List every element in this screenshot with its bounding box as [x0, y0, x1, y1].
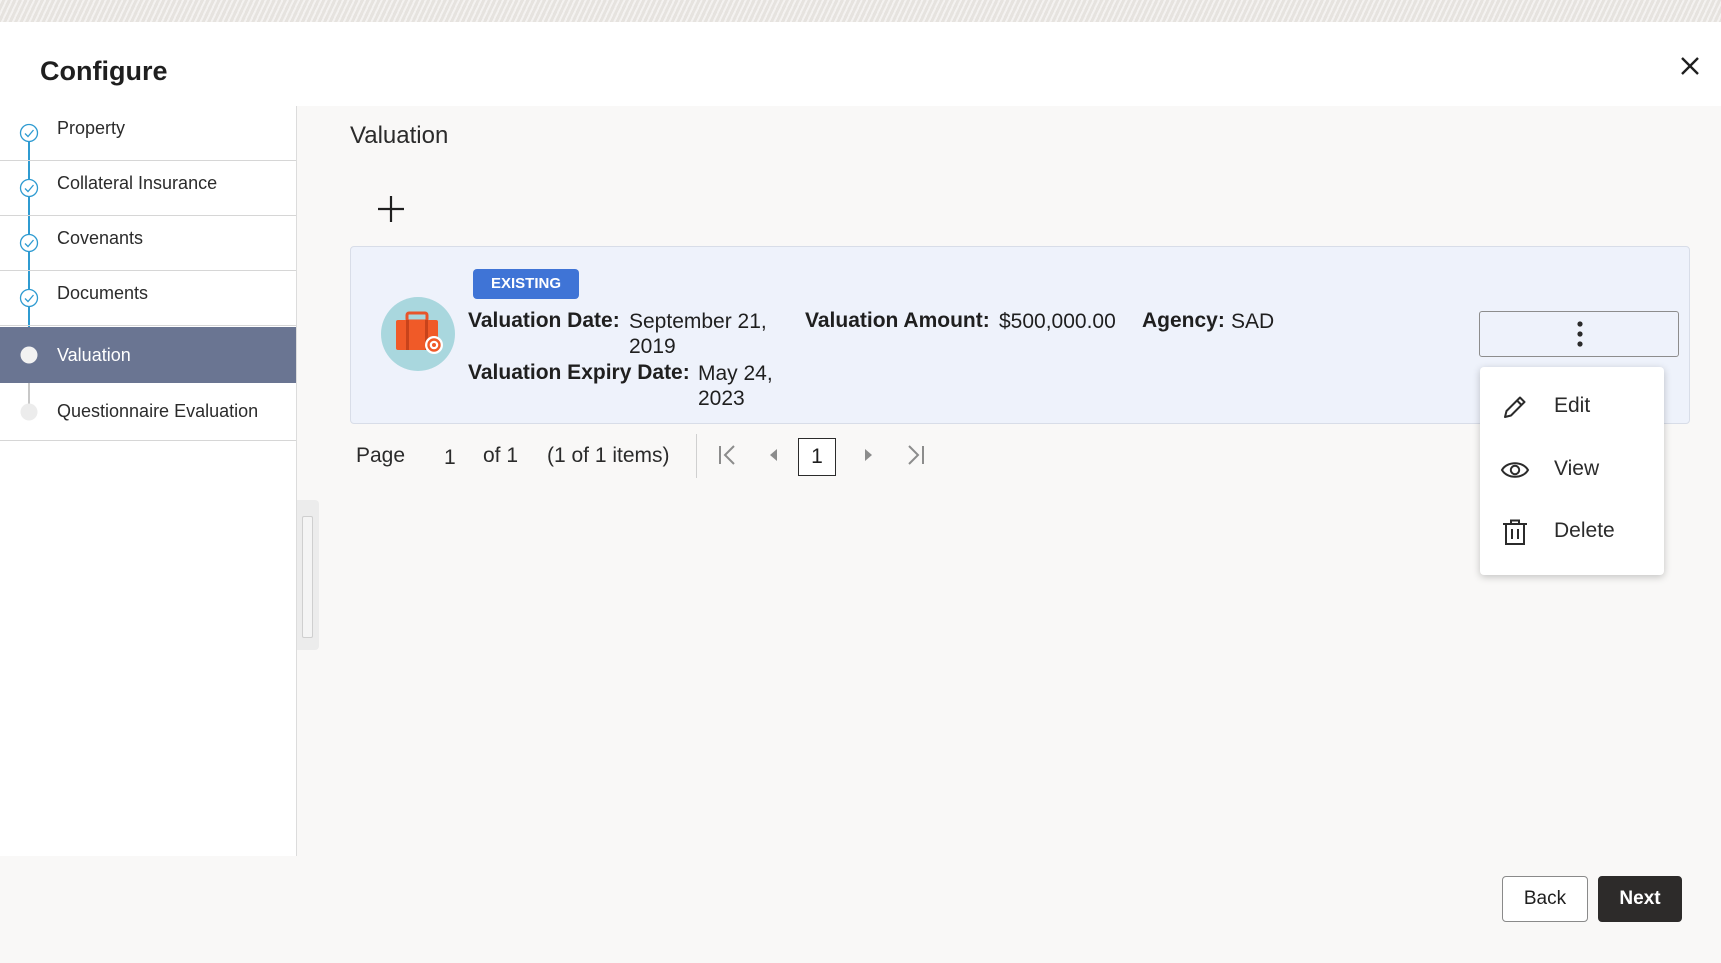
step-label: Valuation: [57, 345, 131, 365]
briefcase-gear-icon: [396, 311, 443, 354]
step-label: Documents: [57, 283, 149, 303]
valuation-date-label: Valuation Date:: [468, 309, 620, 332]
pending-step-dot-icon: [20, 403, 38, 421]
step-collateral-insurance[interactable]: Collateral Insurance: [0, 161, 296, 216]
check-circle-icon: [19, 178, 39, 198]
step-label: Questionnaire Evaluation: [57, 401, 259, 421]
step-label: Property: [57, 118, 126, 138]
step-documents[interactable]: Documents: [0, 271, 296, 326]
menu-item-label: View: [1554, 457, 1600, 480]
section-title: Valuation: [350, 122, 449, 149]
items-count: (1 of 1 items): [547, 444, 670, 467]
pagination-divider: [696, 434, 697, 478]
agency-label: Agency:: [1142, 309, 1225, 332]
page-number-1[interactable]: 1: [798, 438, 836, 476]
step-property[interactable]: Property: [0, 106, 296, 161]
menu-item-label: Edit: [1554, 394, 1591, 417]
agency-value: SAD: [1231, 310, 1275, 333]
menu-item-delete[interactable]: Delete: [1480, 503, 1664, 559]
menu-item-edit[interactable]: Edit: [1480, 378, 1664, 434]
more-vertical-icon: [1577, 321, 1583, 347]
chevron-right-icon: [865, 449, 872, 461]
valuation-expiry-date-value-line2: 2023: [698, 387, 745, 410]
check-circle-icon: [19, 288, 39, 308]
panel-resize-handle[interactable]: [297, 500, 319, 650]
plus-icon: [378, 196, 404, 222]
valuation-date-value-line2: 2019: [629, 335, 676, 358]
step-valuation[interactable]: Valuation: [0, 327, 296, 383]
page-label: Page: [356, 444, 406, 467]
close-icon: [1681, 57, 1699, 75]
valuation-date-value-line1: September 21,: [629, 310, 767, 333]
last-page-button[interactable]: [903, 442, 929, 468]
menu-item-label: Delete: [1554, 519, 1615, 542]
card-actions-button[interactable]: [1479, 311, 1679, 357]
pagination: Page 1 of 1 (1 of 1 items) 1: [350, 430, 950, 480]
next-button[interactable]: Next: [1598, 876, 1682, 922]
check-circle-icon: [19, 233, 39, 253]
resize-grip: [302, 516, 313, 638]
current-page-input[interactable]: 1: [444, 446, 456, 470]
step-questionnaire-evaluation[interactable]: Questionnaire Evaluation: [0, 383, 296, 441]
dialog-header: Configure: [0, 22, 1721, 106]
valuation-expiry-date-value-line1: May 24,: [698, 362, 773, 385]
chevron-left-icon: [770, 449, 777, 461]
last-page-icon: [908, 445, 924, 465]
add-valuation-button[interactable]: [374, 192, 408, 226]
page-count: of 1: [483, 444, 519, 467]
first-page-icon: [719, 445, 735, 465]
valuation-expiry-date-label: Valuation Expiry Date:: [468, 361, 690, 384]
first-page-button[interactable]: [714, 442, 740, 468]
next-page-button[interactable]: [855, 442, 881, 468]
eye-icon: [1500, 462, 1530, 478]
status-badge: EXISTING: [473, 269, 579, 299]
step-label: Covenants: [57, 228, 144, 248]
back-button[interactable]: Back: [1502, 876, 1588, 922]
close-button[interactable]: [1670, 46, 1710, 86]
menu-item-view[interactable]: View: [1480, 441, 1664, 497]
active-step-dot-icon: [20, 346, 38, 364]
page-title: Configure: [40, 56, 168, 86]
valuation-amount-label: Valuation Amount:: [805, 309, 990, 332]
top-texture-strip: [0, 0, 1721, 22]
check-circle-icon: [19, 123, 39, 143]
trash-icon: [1503, 519, 1527, 545]
step-covenants[interactable]: Covenants: [0, 216, 296, 271]
step-label: Collateral Insurance: [57, 173, 218, 193]
pencil-icon: [1504, 396, 1526, 418]
valuation-avatar: [381, 297, 455, 371]
card-actions-menu: Edit View Delete: [1480, 367, 1664, 575]
valuation-amount-value: $500,000.00: [999, 310, 1116, 333]
stepper-sidebar: Property Collateral Insurance Covenants …: [0, 106, 297, 856]
previous-page-button[interactable]: [761, 442, 787, 468]
